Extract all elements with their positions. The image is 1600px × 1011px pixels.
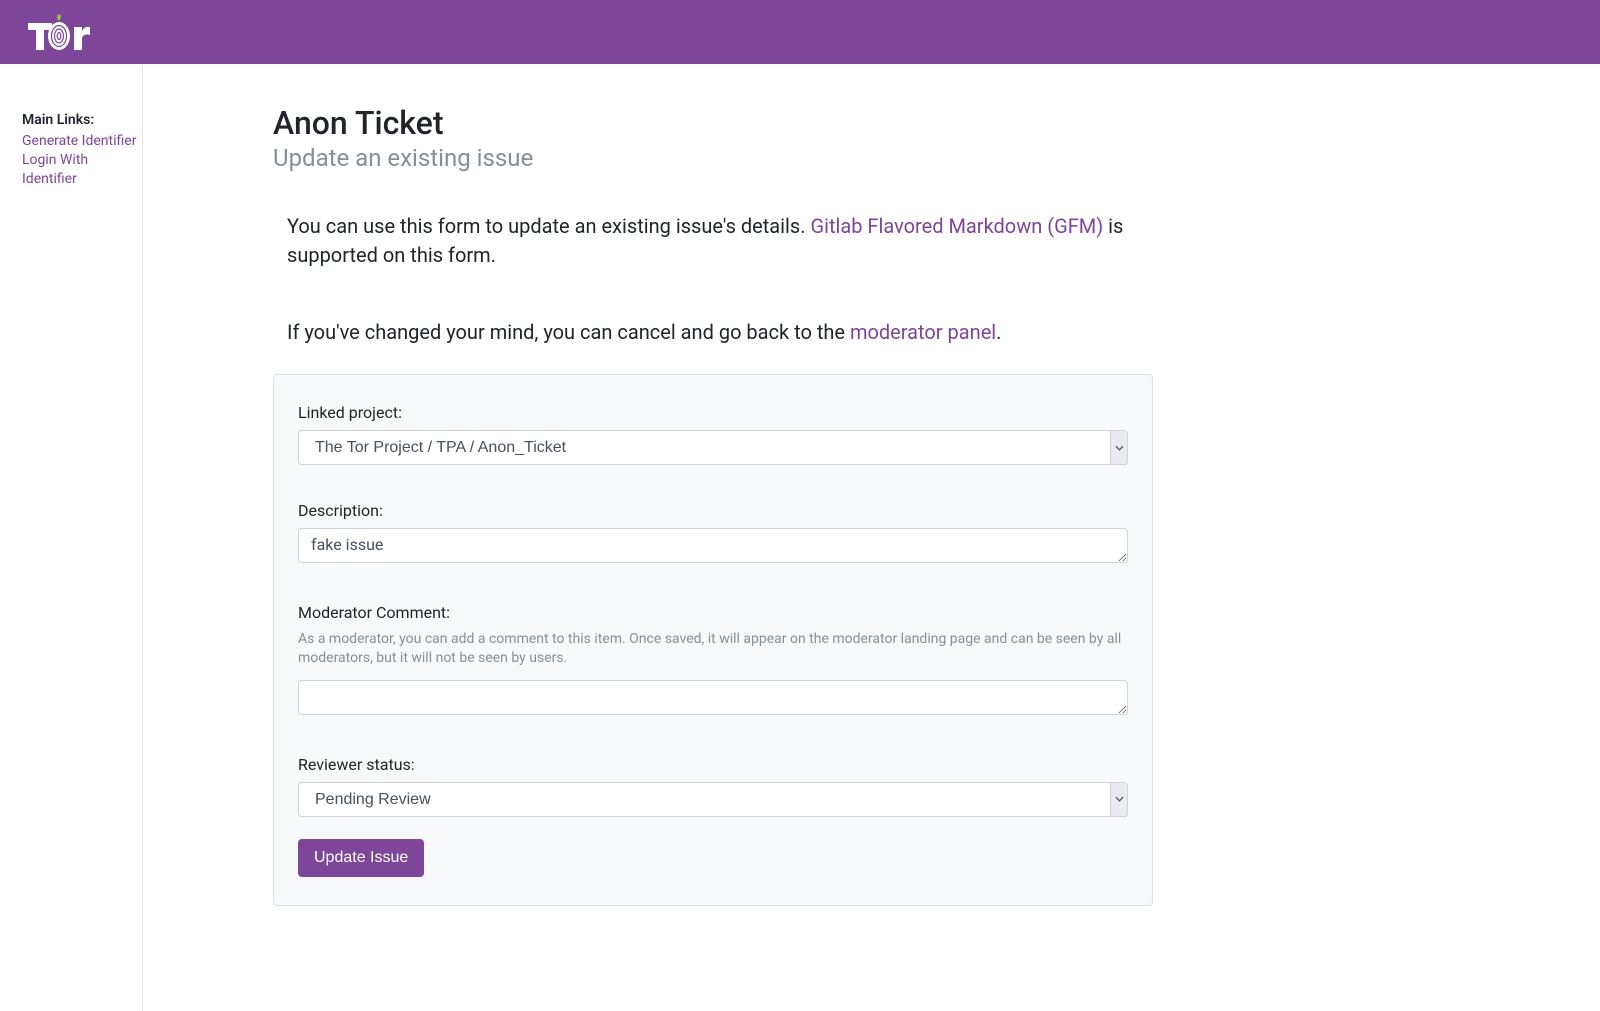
cancel-text: If you've changed your mind, you can can… xyxy=(273,320,1153,344)
reviewer-status-group: Reviewer status: Pending Review xyxy=(298,755,1128,817)
linked-project-select[interactable]: The Tor Project / TPA / Anon_Ticket xyxy=(298,430,1128,465)
moderator-comment-label: Moderator Comment: xyxy=(298,603,1128,622)
sidebar: Main Links: Generate Identifier Login Wi… xyxy=(0,64,143,1011)
tor-logo-icon xyxy=(28,14,90,50)
reviewer-status-select[interactable]: Pending Review xyxy=(298,782,1128,817)
main-content: Anon Ticket Update an existing issue You… xyxy=(143,64,1600,1011)
sidebar-link-generate-identifier[interactable]: Generate Identifier xyxy=(22,132,142,151)
gfm-link[interactable]: Gitlab Flavored Markdown (GFM) xyxy=(810,214,1103,238)
tor-logo xyxy=(28,14,90,50)
sidebar-heading: Main Links: xyxy=(22,112,142,128)
update-issue-button[interactable]: Update Issue xyxy=(298,839,424,877)
linked-project-label: Linked project: xyxy=(298,403,1128,422)
description-textarea[interactable] xyxy=(298,528,1128,563)
page-subtitle: Update an existing issue xyxy=(273,144,1153,172)
reviewer-status-label: Reviewer status: xyxy=(298,755,1128,774)
description-label: Description: xyxy=(298,501,1128,520)
app-header xyxy=(0,0,1600,64)
description-group: Description: xyxy=(298,501,1128,567)
moderator-panel-link[interactable]: moderator panel xyxy=(850,320,996,344)
form-card: Linked project: The Tor Project / TPA / … xyxy=(273,374,1153,906)
page-title: Anon Ticket xyxy=(273,104,1153,142)
sidebar-link-login-identifier[interactable]: Login With Identifier xyxy=(22,151,142,189)
intro-text: You can use this form to update an exist… xyxy=(273,212,1153,270)
moderator-comment-help: As a moderator, you can add a comment to… xyxy=(298,630,1128,668)
moderator-comment-group: Moderator Comment: As a moderator, you c… xyxy=(298,603,1128,719)
moderator-comment-textarea[interactable] xyxy=(298,680,1128,715)
linked-project-group: Linked project: The Tor Project / TPA / … xyxy=(298,403,1128,465)
